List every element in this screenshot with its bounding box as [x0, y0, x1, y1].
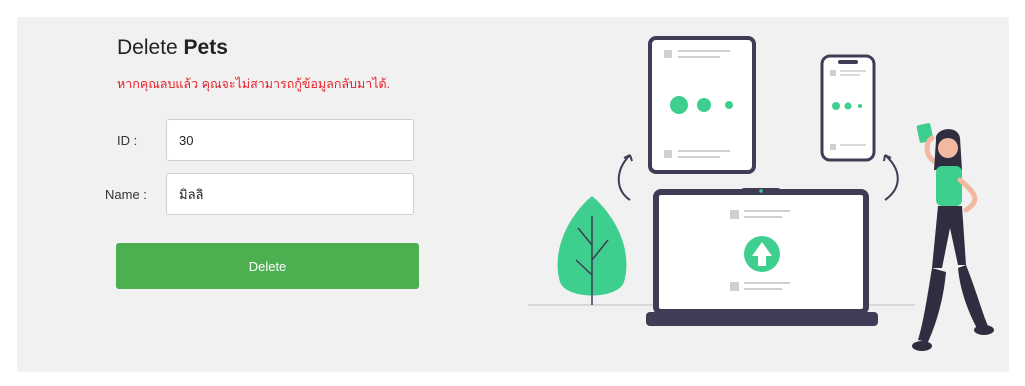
sync-arrow-right-icon [884, 154, 899, 201]
laptop-icon [646, 188, 878, 326]
name-input[interactable] [166, 173, 414, 215]
title-bold: Pets [183, 36, 228, 59]
name-label: Name : [105, 187, 147, 202]
plant-icon [557, 196, 627, 305]
phone-icon [820, 54, 876, 162]
title-prefix: Delete [117, 36, 184, 59]
id-input[interactable] [166, 119, 414, 161]
tablet-icon [648, 36, 756, 174]
sync-arrow-left-icon [617, 154, 631, 201]
delete-warning-text: หากคุณลบแล้ว คุณจะไม่สามารถกู้ข้อมูลกลับ… [117, 77, 391, 91]
person-figure [912, 123, 994, 351]
devices-person-illustration [528, 36, 994, 351]
id-label: ID : [117, 133, 138, 148]
page-title: Delete Pets [117, 36, 228, 60]
delete-button[interactable]: Delete [116, 243, 419, 289]
